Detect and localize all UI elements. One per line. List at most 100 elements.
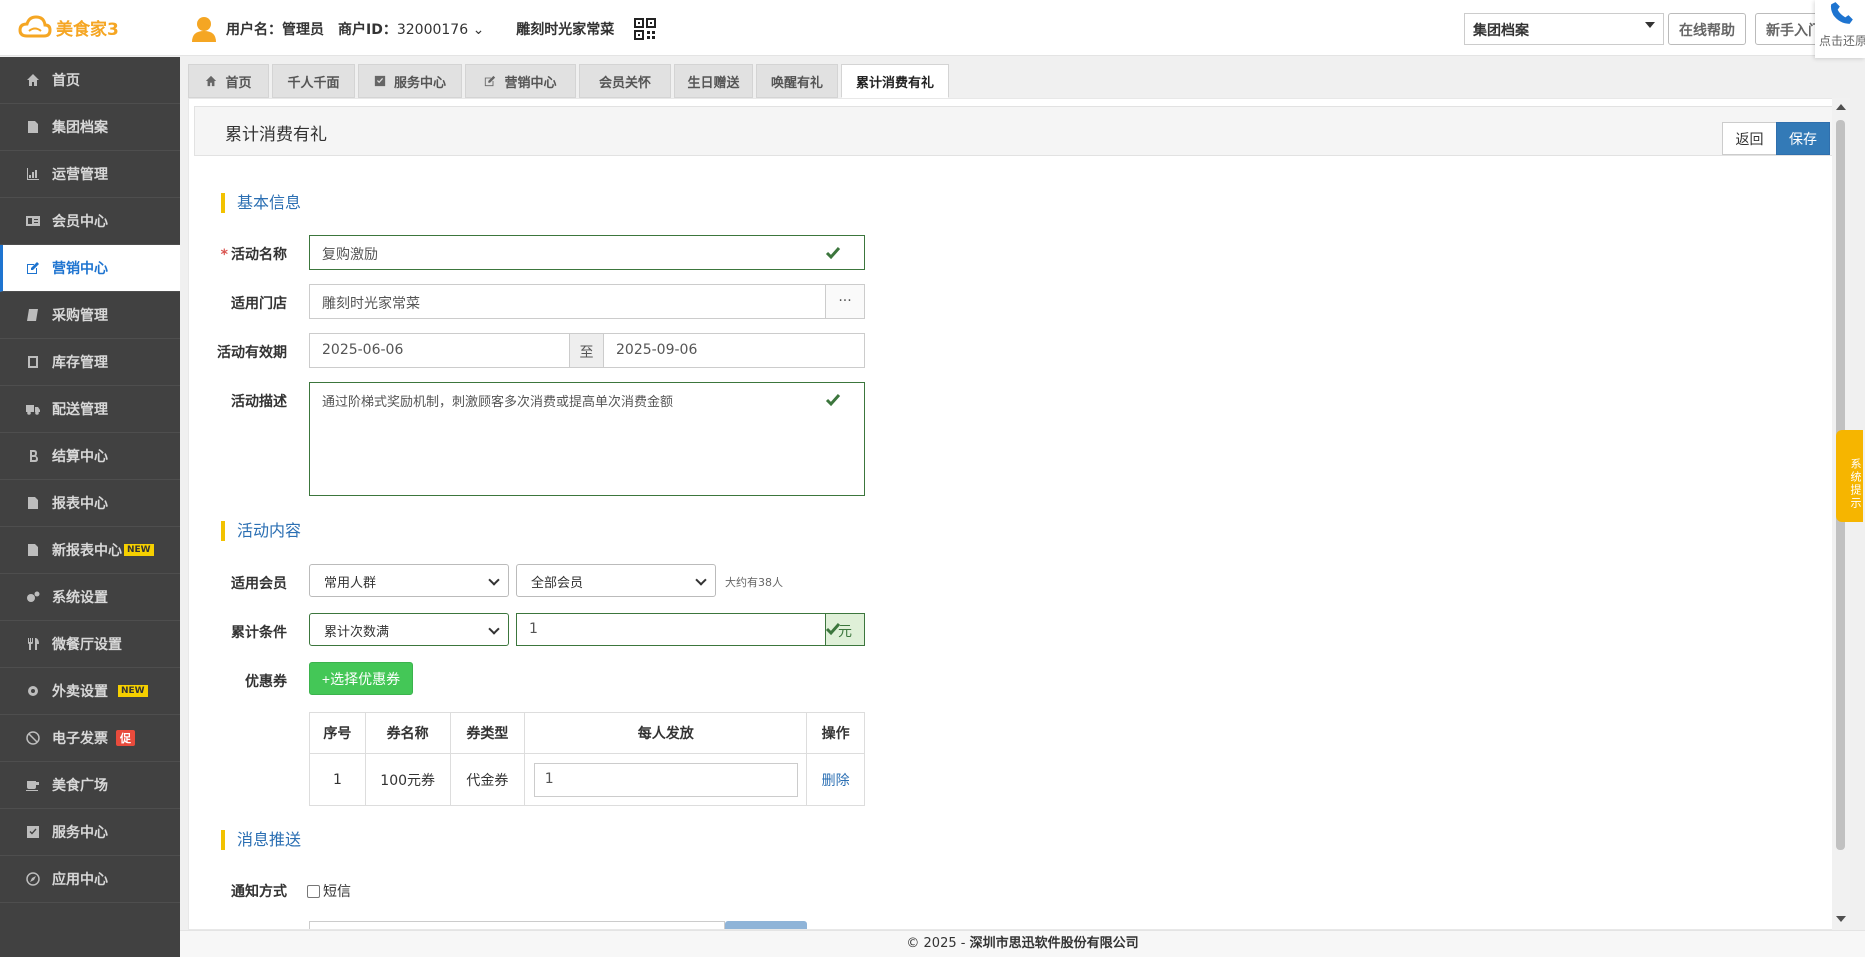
column-header: 序号 [309,712,366,754]
ban-icon [26,731,40,745]
sms-checkbox[interactable] [307,884,320,898]
sidebar-item-new-reports[interactable]: 新报表中心 NEW [0,527,180,574]
member-count-hint: 大约有38人 [725,576,783,589]
condition-label: 累计条件 [231,625,287,641]
sidebar-item-system-settings[interactable]: 系统设置 [0,574,180,621]
chevron-down-icon [695,574,707,586]
column-header: 操作 [806,712,865,754]
document-icon [28,356,38,368]
bar-chart-icon [27,168,39,180]
delete-link[interactable]: 删除 [822,773,850,789]
sidebar-item-settlement[interactable]: 结算中心 [0,433,180,480]
tab-bar: 首页 千人千面 服务中心 营销中心 会员关怀 生日赠送 唤醒有礼 累计消费有礼 [188,64,952,98]
member-label: 适用会员 [231,576,287,592]
sidebar-item-members[interactable]: 会员中心 [0,198,180,245]
sidebar-item-reports[interactable]: 报表中心 [0,480,180,527]
page-title-bar: 累计消费有礼 返回 保存 [194,106,1836,156]
coupon-type: 代金券 [449,753,526,806]
sidebar-item-delivery[interactable]: 配送管理 [0,386,180,433]
description-textarea[interactable]: 通过阶梯式奖励机制，刺激顾客多次消费或提高单次消费金额 [309,382,865,496]
sidebar-item-inventory[interactable]: 库存管理 [0,339,180,386]
sidebar: 首页 集团档案 运营管理 会员中心 营销中心 采购管理 库存管理 配送管理 结算… [0,57,180,957]
sidebar-item-takeout-settings[interactable]: 外卖设置 NEW [0,668,180,715]
sidebar-item-food-plaza[interactable]: 美食广场 [0,762,180,809]
sidebar-item-group-archive[interactable]: 集团档案 [0,104,180,151]
check-square-icon [27,826,39,838]
sidebar-item-operations[interactable]: 运营管理 [0,151,180,198]
column-header: 券类型 [449,712,526,754]
tab-home[interactable]: 首页 [188,64,269,98]
tab-birthday-gift[interactable]: 生日赠送 [674,64,753,98]
qr-code-icon[interactable] [634,18,657,40]
template-input-partial[interactable] [309,921,725,929]
tab-service-center[interactable]: 服务中心 [358,64,462,98]
column-header: 每人发放 [524,712,808,754]
phone-icon [1830,2,1853,24]
tab-member-care[interactable]: 会员关怀 [579,64,671,98]
footer-company: 深圳市思迅软件股份有限公司 [969,936,1139,951]
caret-down-icon [1645,22,1655,28]
sms-option[interactable]: 短信 [307,881,351,901]
home-icon [27,74,39,86]
activity-name-label: * 活动名称 [220,247,287,263]
coffee-icon [26,781,39,791]
scroll-down-arrow-icon[interactable] [1836,916,1846,922]
system-tip-tab[interactable]: 系统提示 [1836,430,1863,522]
notify-label: 通知方式 [231,884,287,900]
sidebar-item-purchase[interactable]: 采购管理 [0,292,180,339]
gears-icon [27,591,40,602]
store-picker-button[interactable]: ··· [825,284,865,319]
end-date-input[interactable]: 2025-09-06 [603,333,865,368]
sidebar-item-e-invoice[interactable]: 电子发票促 [0,715,180,762]
activity-name-input[interactable]: 复购激励 [309,235,865,270]
sidebar-item-service-center[interactable]: 服务中心 [0,809,180,856]
footer-copyright: © 2025 - [906,936,970,951]
promo-badge: 促 [116,730,135,746]
start-date-input[interactable]: 2025-06-06 [309,333,570,368]
bitcoin-icon [30,450,38,462]
online-help-button[interactable]: 在线帮助 [1668,13,1746,45]
coupon-no: 1 [309,753,366,806]
back-button[interactable]: 返回 [1722,122,1777,155]
sidebar-item-home[interactable]: 首页 [0,57,180,104]
condition-type-select[interactable]: 累计次数满 [309,613,509,646]
logo[interactable]: 美食家3 [18,14,119,40]
new-badge: NEW [124,544,154,556]
select-coupon-button[interactable]: +选择优惠券 [309,662,413,695]
chevron-down-icon [488,574,500,586]
coupon-name: 100元券 [364,753,451,806]
store-input[interactable]: 雕刻时光家常菜 [309,284,826,319]
check-icon [825,623,841,636]
coupon-qty-input[interactable]: 1 [533,762,798,797]
tab-marketing-center[interactable]: 营销中心 [465,64,576,98]
check-icon [825,394,841,407]
tab-cumulative-gift[interactable]: 累计消费有礼 [841,64,949,98]
report-icon [28,544,38,556]
column-header: 券名称 [364,712,451,754]
sidebar-item-marketing[interactable]: 营销中心 [0,245,180,292]
section-message-push: 消息推送 [221,830,301,850]
coupon-table: 序号 券名称 券类型 每人发放 操作 1 100元券 代金券 1 删除 [309,712,865,806]
phone-restore-widget[interactable]: 点击还原 [1815,0,1865,58]
tab-wakeup-gift[interactable]: 唤醒有礼 [756,64,838,98]
phone-restore-text: 点击还原 [1819,34,1865,48]
scroll-up-arrow-icon[interactable] [1836,104,1846,110]
group-archive-select[interactable]: 集团档案 [1464,13,1664,45]
template-button-partial[interactable] [725,921,807,929]
member-group-select[interactable]: 常用人群 [309,564,509,597]
coupon-label: 优惠券 [245,674,287,690]
member-type-select[interactable]: 全部会员 [516,564,716,597]
group-select-value: 集团档案 [1473,23,1529,39]
truck-icon [26,405,40,415]
period-label: 活动有效期 [217,345,287,361]
merchant-dropdown[interactable]: 商户ID：32000176 ⌄ [338,19,484,39]
tab-personalized[interactable]: 千人千面 [272,64,355,98]
condition-value-input[interactable]: 1 [516,613,826,646]
table-row: 1 100元券 代金券 1 删除 [309,753,865,806]
save-button[interactable]: 保存 [1776,122,1830,155]
sidebar-item-micro-restaurant[interactable]: 微餐厅设置 [0,621,180,668]
main-panel: 累计消费有礼 返回 保存 基本信息 * 活动名称 复购激励 适用门店 雕刻时光家常… [188,98,1840,930]
date-separator: 至 [569,333,604,368]
sidebar-item-app-center[interactable]: 应用中心 [0,856,180,903]
merchant-label: 商户ID： [338,22,397,38]
